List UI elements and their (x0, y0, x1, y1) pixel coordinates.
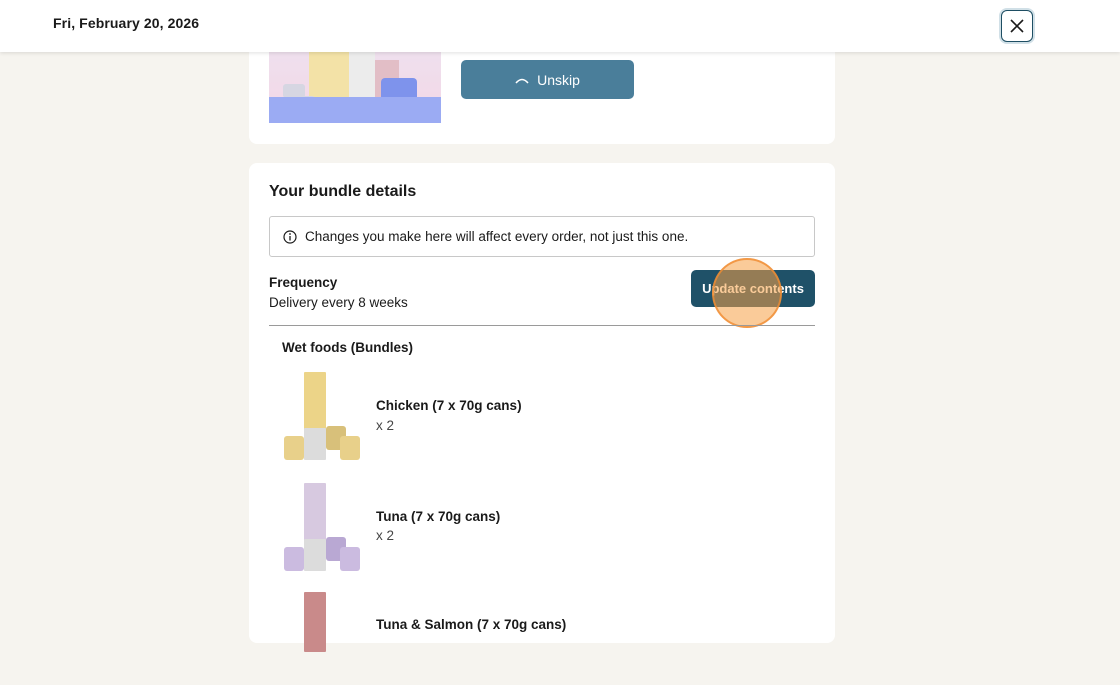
product-thumbnail (282, 590, 364, 685)
list-item: Tuna & Salmon (7 x 70g cans) (282, 590, 682, 685)
item-name: Chicken (7 x 70g cans) (376, 398, 522, 413)
divider (269, 325, 815, 326)
bundle-title: Your bundle details (269, 183, 417, 200)
item-name: Tuna & Salmon (7 x 70g cans) (376, 617, 567, 632)
arc-arrow-icon (515, 78, 529, 84)
close-button[interactable] (1001, 10, 1033, 42)
product-thumbnail (282, 481, 364, 576)
product-thumbnail (282, 370, 364, 465)
item-quantity: x 2 (376, 418, 395, 433)
list-item: Tuna (7 x 70g cans) x 2 (282, 481, 682, 576)
notice-box: Changes you make here will affect every … (269, 216, 815, 257)
section-title: Wet foods (Bundles) (282, 340, 413, 355)
frequency-value: Delivery every 8 weeks (269, 295, 408, 310)
info-icon (283, 229, 297, 244)
order-card: Unskip (249, 40, 835, 144)
bundle-details-card: Your bundle details Changes you make her… (249, 163, 835, 652)
bundle-product-image (269, 40, 441, 123)
unskip-button[interactable]: Unskip (461, 60, 634, 99)
list-item: Chicken (7 x 70g cans) x 2 (282, 370, 682, 465)
top-bar: Fri, February 20, 2026 (0, 0, 1120, 52)
update-contents-button[interactable]: Update contents (691, 270, 815, 307)
item-quantity: x 2 (376, 528, 395, 543)
unskip-label: Unskip (537, 71, 580, 88)
frequency-label: Frequency (269, 275, 338, 290)
item-name: Tuna (7 x 70g cans) (376, 509, 501, 524)
close-icon (1010, 19, 1024, 33)
notice-text: Changes you make here will affect every … (305, 229, 689, 244)
delivery-date: Fri, February 20, 2026 (53, 15, 200, 31)
